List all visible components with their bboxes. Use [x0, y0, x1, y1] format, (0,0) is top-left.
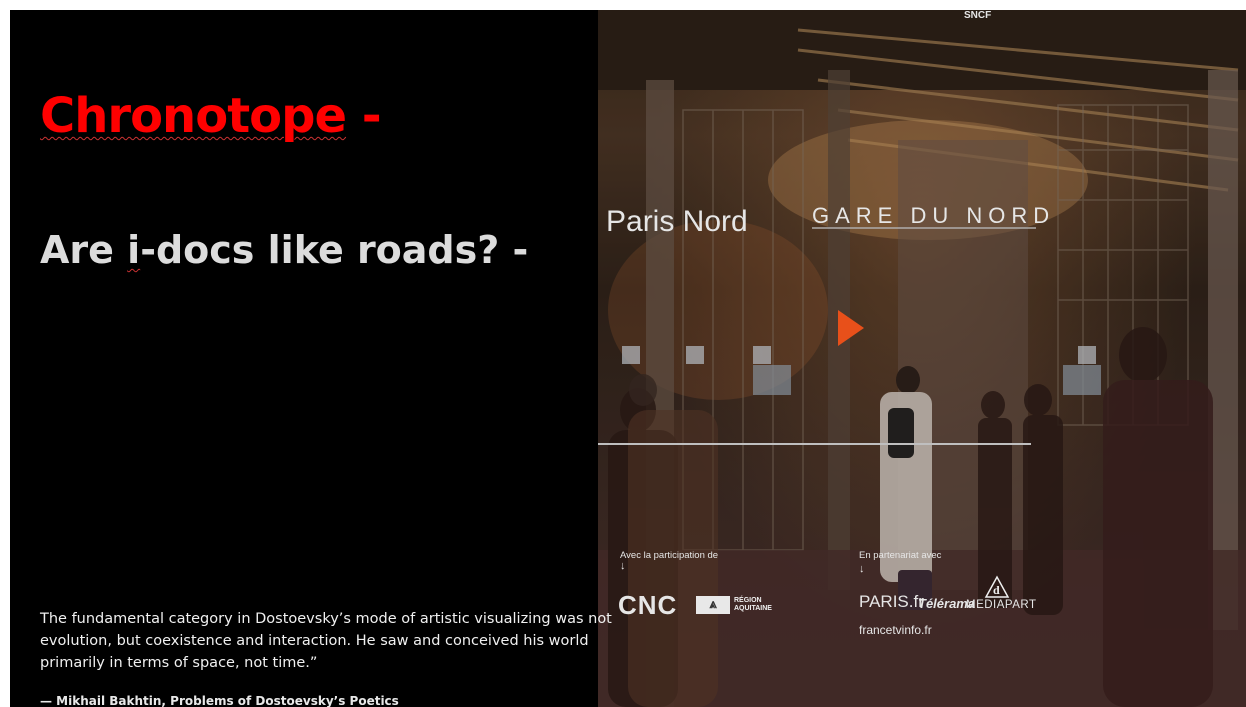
mediapart-wordmark: MEDIAPART — [966, 599, 1037, 611]
partnership-label: En partenariat avec — [859, 550, 942, 561]
arrow-down-icon: ↓ — [620, 560, 626, 572]
paris-fr-logo: PARIS.fr — [859, 592, 924, 611]
slide-title-suffix: - — [346, 88, 382, 144]
subtitle-flagged-word: i — [127, 228, 141, 272]
bakhtin-quote: The fundamental category in Dostoevsky’s… — [40, 611, 612, 671]
region-aquitaine-logo: ⩓ RÉGION AQUITAINE — [696, 595, 784, 615]
subtitle-end: -docs like roads? - — [140, 228, 529, 272]
quote-attribution: — Mikhail Bakhtin, Problems of Dostoevsk… — [40, 694, 399, 707]
station-sign: GARE DU NORD — [812, 203, 1056, 228]
embedded-video-still[interactable]: SNCF Paris Nord GARE DU NORD Avec la par… — [598, 10, 1246, 707]
arrow-down-icon: ↓ — [859, 563, 865, 575]
slide-subtitle: Are i-docs like roads? - — [40, 228, 528, 272]
sncf-sign: SNCF — [964, 10, 992, 21]
participation-label: Avec la participation de — [620, 550, 719, 561]
region-logo-line2: AQUITAINE — [734, 605, 772, 612]
region-logo-line1: RÉGION — [734, 597, 762, 604]
cnc-logo: CNC — [618, 590, 678, 620]
region-mark-icon: ⩓ — [696, 596, 730, 614]
region-logo-text: RÉGION AQUITAINE — [734, 597, 772, 613]
station-sign-faded: Paris Nord — [606, 205, 748, 238]
subtitle-start: Are — [40, 228, 128, 272]
slide-title-word: Chronotope — [40, 88, 347, 144]
svg-text:d: d — [993, 583, 1000, 597]
slide-title: Chronotope - — [40, 88, 382, 144]
presentation-slide: Chronotope - Are i-docs like roads? - SN… — [10, 10, 1246, 707]
video-progress-line[interactable] — [598, 443, 1031, 445]
francetvinfo-logo: francetvinfo.fr — [859, 623, 932, 637]
mediapart-logo: d — [984, 575, 1010, 598]
play-icon[interactable] — [836, 308, 866, 348]
